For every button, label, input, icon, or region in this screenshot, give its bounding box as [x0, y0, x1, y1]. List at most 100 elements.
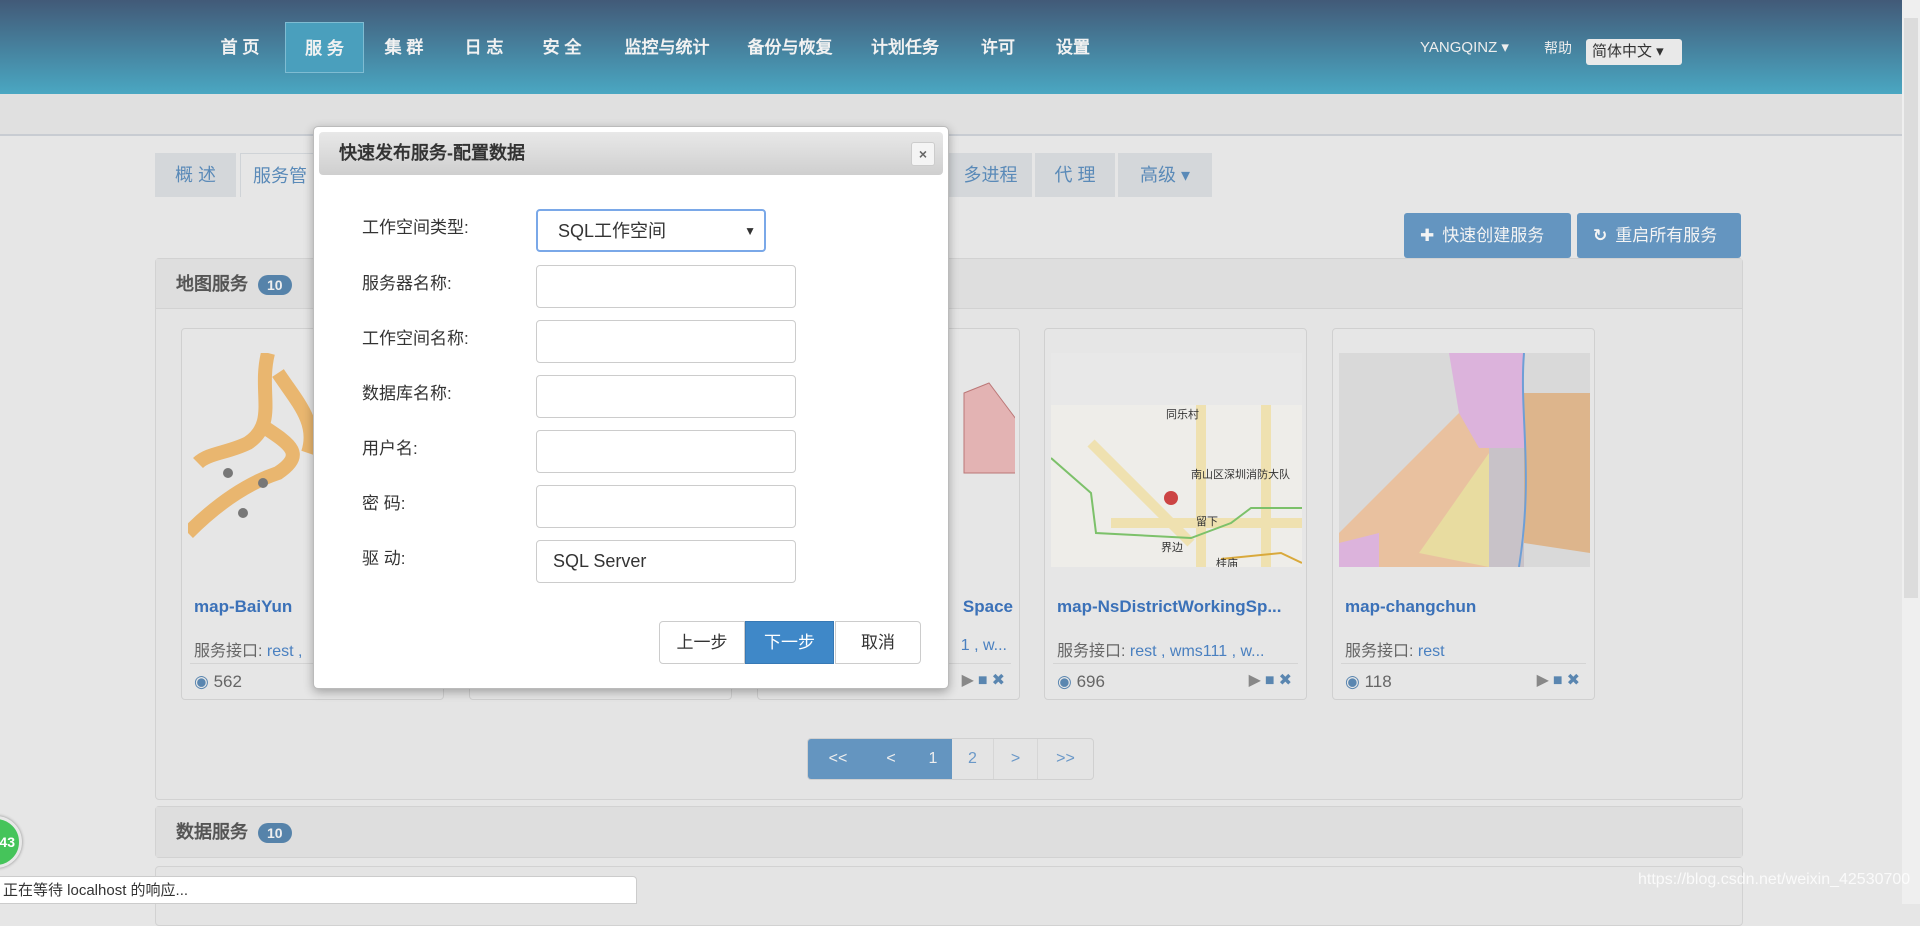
password-input[interactable]	[536, 485, 796, 528]
floating-badge[interactable]: 43	[0, 816, 22, 868]
view-count: ◉ 118	[1345, 672, 1392, 691]
start-icon[interactable]: ▶	[1249, 672, 1265, 689]
cancel-button[interactable]: 取消	[835, 621, 921, 664]
workspace-name-label: 工作空间名称:	[362, 329, 469, 348]
interfaces-label: 服务接口:	[194, 643, 263, 660]
interfaces-links[interactable]: rest ,	[267, 643, 303, 660]
page-1[interactable]: 1	[914, 739, 952, 779]
dialog-title: 快速发布服务-配置数据	[339, 143, 525, 163]
nav-services[interactable]: 服 务	[285, 22, 364, 73]
interfaces-links[interactable]: rest	[1418, 643, 1445, 660]
refresh-icon: ↻	[1593, 226, 1608, 245]
svg-text:南山区深圳消防大队: 南山区深圳消防大队	[1191, 467, 1290, 481]
card-actions: ▶■✖	[962, 670, 1009, 690]
database-name-input[interactable]	[536, 375, 796, 418]
browser-status-bar: 正在等待 localhost 的响应...	[0, 876, 637, 904]
panel-title: 地图服务	[176, 274, 248, 294]
svg-text:桂庙: 桂庙	[1216, 556, 1238, 567]
page-last[interactable]: >>	[1037, 739, 1093, 779]
quick-create-service-button[interactable]: ✚ 快速创建服务	[1404, 213, 1571, 258]
workspace-type-label: 工作空间类型:	[362, 218, 469, 237]
page-first[interactable]: <<	[808, 739, 868, 779]
tab-proxy[interactable]: 代 理	[1035, 153, 1115, 197]
service-name-link[interactable]: Space	[963, 597, 1013, 617]
driver-label: 驱 动:	[362, 549, 406, 568]
service-interfaces: 服务接口: rest ,	[194, 637, 302, 661]
service-card[interactable]: map-changchun 服务接口: rest ◉ 118 ▶■✖	[1332, 328, 1595, 700]
server-name-label: 服务器名称:	[362, 274, 452, 293]
tab-service-management[interactable]: 服务管	[240, 153, 320, 197]
watermark: https://blog.csdn.net/weixin_42530700	[1638, 871, 1911, 888]
nav-license[interactable]: 许可	[965, 22, 1031, 73]
workspace-name-input[interactable]	[536, 320, 796, 363]
service-name-link[interactable]: map-BaiYun	[194, 597, 292, 617]
close-icon[interactable]: ×	[911, 142, 935, 166]
card-actions: ▶■✖	[1249, 670, 1296, 690]
data-services-header[interactable]: 数据服务 10	[156, 807, 1742, 857]
tab-advanced[interactable]: 高级 ▾	[1118, 153, 1212, 197]
count-badge: 10	[258, 823, 292, 843]
data-services-panel[interactable]: 数据服务 10	[155, 806, 1743, 858]
service-interfaces: 服务接口: rest , wms111 , w...	[1057, 643, 1265, 660]
delete-icon[interactable]: ✖	[992, 672, 1009, 689]
dialog-header: 快速发布服务-配置数据 ×	[319, 132, 943, 175]
prev-step-button[interactable]: 上一步	[659, 621, 745, 664]
workspace-type-select[interactable]: SQL工作空间 ▼	[536, 209, 766, 252]
nav-security[interactable]: 安 全	[530, 22, 594, 73]
svg-text:同乐村: 同乐村	[1166, 407, 1199, 421]
service-interfaces: 服务接口: rest	[1345, 643, 1445, 660]
page-next[interactable]: >	[993, 739, 1037, 779]
nav-backup[interactable]: 备份与恢复	[735, 22, 845, 73]
stop-icon[interactable]: ■	[1553, 672, 1567, 689]
start-icon[interactable]: ▶	[1537, 672, 1553, 689]
nav-logs[interactable]: 日 志	[452, 22, 516, 73]
tab-multiprocess[interactable]: 多进程	[949, 153, 1032, 197]
username-label: 用户名:	[362, 439, 418, 458]
svg-text:界边: 界边	[1161, 541, 1183, 554]
scrollbar-thumb[interactable]	[1904, 18, 1918, 598]
sub-bar	[0, 94, 1902, 136]
plus-icon: ✚	[1420, 226, 1435, 245]
top-navbar: 首 页 服 务 集 群 日 志 安 全 监控与统计 备份与恢复 计划任务 许可 …	[0, 0, 1902, 94]
count-badge: 10	[258, 275, 292, 295]
nav-settings[interactable]: 设置	[1040, 22, 1106, 73]
start-icon[interactable]: ▶	[962, 672, 978, 689]
eye-icon: ◉	[1057, 672, 1072, 691]
next-step-button[interactable]: 下一步	[745, 621, 834, 664]
quick-publish-dialog: 快速发布服务-配置数据 × 工作空间类型: SQL工作空间 ▼ 服务器名称: 工作空…	[313, 126, 949, 689]
stop-icon[interactable]: ■	[1265, 672, 1279, 689]
stop-icon[interactable]: ■	[978, 672, 992, 689]
restart-all-services-button[interactable]: ↻ 重启所有服务	[1577, 213, 1741, 258]
language-select[interactable]: 简体中文 ▾	[1586, 39, 1682, 65]
pagination: << < 1 2 > >>	[807, 738, 1094, 780]
scrollbar[interactable]	[1902, 0, 1920, 904]
quick-create-label: 快速创建服务	[1442, 226, 1545, 245]
map-thumbnail[interactable]	[1339, 353, 1590, 567]
eye-icon: ◉	[1345, 672, 1360, 691]
driver-input[interactable]: SQL Server	[536, 540, 796, 583]
service-name-link[interactable]: map-NsDistrictWorkingSp...	[1057, 597, 1282, 617]
password-label: 密 码:	[362, 494, 406, 513]
map-thumbnail[interactable]: 同乐村南山区深圳消防大队留下 界边桂庙	[1051, 353, 1302, 567]
svg-text:留下: 留下	[1196, 515, 1218, 528]
page-2[interactable]: 2	[952, 739, 993, 779]
delete-icon[interactable]: ✖	[1279, 672, 1296, 689]
service-name-link[interactable]: map-changchun	[1345, 597, 1476, 617]
interfaces-links[interactable]: rest , wms111 , w...	[1130, 643, 1265, 660]
tab-overview[interactable]: 概 述	[155, 153, 236, 197]
panel-title: 数据服务	[176, 822, 248, 842]
nav-scheduled-tasks[interactable]: 计划任务	[860, 22, 950, 73]
eye-icon: ◉	[194, 672, 209, 691]
nav-cluster[interactable]: 集 群	[372, 22, 436, 73]
caret-down-icon: ▼	[744, 224, 756, 238]
delete-icon[interactable]: ✖	[1567, 672, 1584, 689]
page-prev[interactable]: <	[868, 739, 914, 779]
nav-home[interactable]: 首 页	[210, 22, 270, 73]
server-name-input[interactable]	[536, 265, 796, 308]
service-card[interactable]: 同乐村南山区深圳消防大队留下 界边桂庙 map-NsDistrictWorking…	[1044, 328, 1307, 700]
interfaces-links[interactable]: 1 , w...	[961, 637, 1007, 654]
user-menu[interactable]: YANGQINZ ▾	[1420, 38, 1509, 56]
username-input[interactable]	[536, 430, 796, 473]
nav-monitoring[interactable]: 监控与统计	[612, 22, 722, 73]
help-link[interactable]: 帮助	[1544, 38, 1572, 58]
